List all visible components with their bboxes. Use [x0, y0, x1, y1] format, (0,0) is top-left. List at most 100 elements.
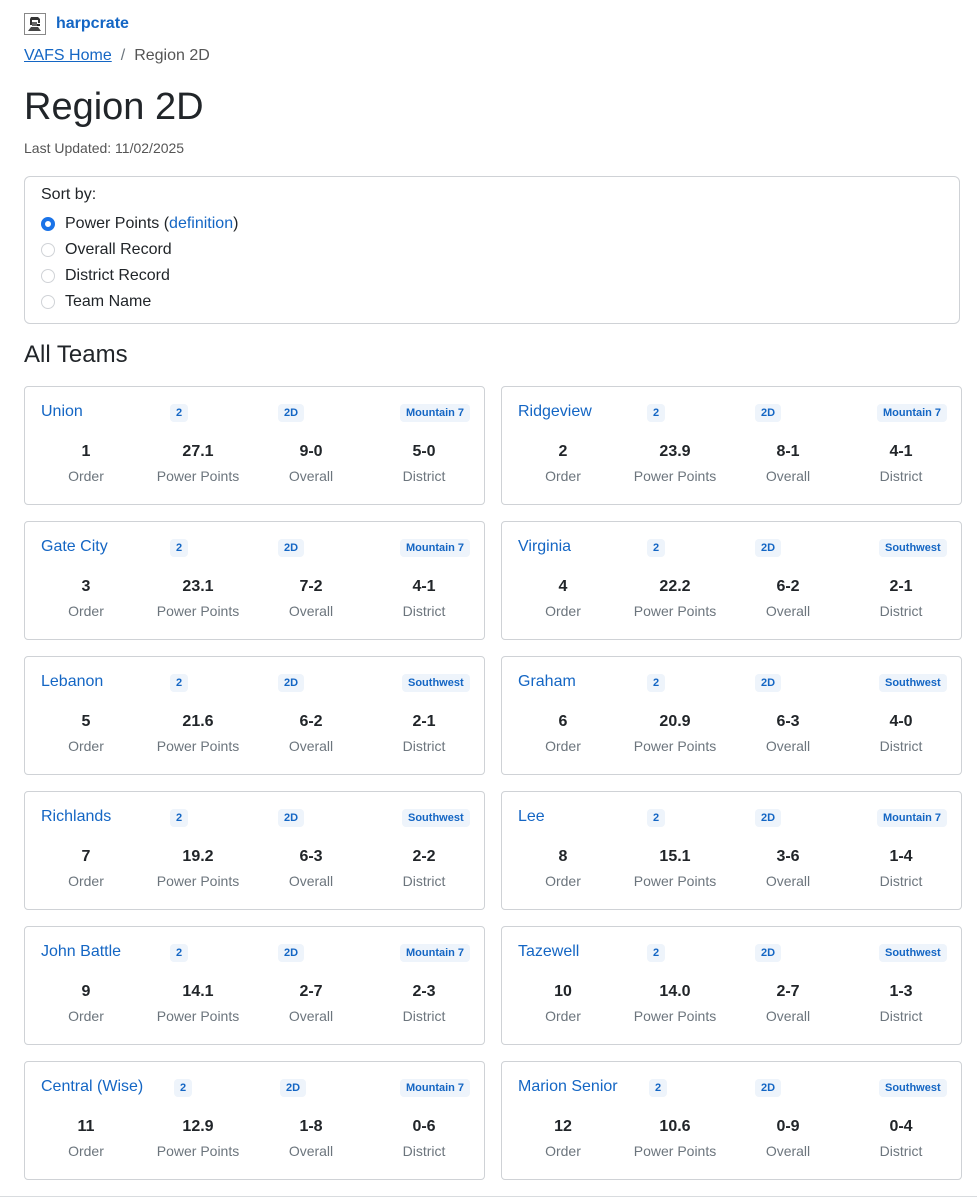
region-badge: 2D — [280, 1079, 307, 1097]
power-points-label: Power Points — [633, 873, 717, 889]
order-label: Order — [68, 738, 104, 754]
brand[interactable]: harpcrate — [24, 13, 129, 35]
order-value: 1 — [81, 443, 91, 460]
power-points-label: Power Points — [156, 468, 240, 484]
sort-panel: Sort by: Power Points (definition) Overa… — [24, 176, 960, 324]
district-badge: Mountain 7 — [400, 404, 471, 422]
team-name-link[interactable]: Tazewell — [518, 943, 579, 961]
sort-option-overall-record[interactable]: Overall Record — [41, 241, 172, 259]
brand-name[interactable]: harpcrate — [56, 15, 129, 33]
district-badge: Mountain 7 — [400, 944, 471, 962]
district-value: 0-6 — [412, 1118, 436, 1135]
class-badge: 2 — [647, 944, 666, 962]
team-name-link[interactable]: Gate City — [41, 538, 108, 556]
order-stat: 2 Order — [508, 443, 618, 484]
team-name-link[interactable]: Lee — [518, 808, 545, 826]
sort-option-label: Overall Record — [65, 241, 172, 258]
definition-link[interactable]: definition — [169, 215, 233, 233]
class-badge: 2 — [174, 1079, 193, 1097]
district-value: 0-4 — [889, 1118, 913, 1135]
order-label: Order — [545, 1008, 581, 1024]
class-badge: 2 — [647, 809, 666, 827]
district-stat: 4-0 District — [846, 713, 956, 754]
sort-option-label: Power Points ( — [65, 215, 170, 232]
team-name-link[interactable]: John Battle — [41, 943, 121, 961]
team-name-link[interactable]: Richlands — [41, 808, 111, 826]
team-name-link[interactable]: Virginia — [518, 538, 571, 556]
region-badge: 2D — [755, 539, 782, 557]
district-label: District — [879, 1143, 923, 1159]
class-badge: 2 — [649, 1079, 668, 1097]
team-name-link[interactable]: Marion Senior — [518, 1078, 618, 1096]
order-stat: 5 Order — [31, 713, 141, 754]
sort-option-district-record[interactable]: District Record — [41, 267, 170, 285]
class-badge: 2 — [647, 539, 666, 557]
overall-value: 6-3 — [776, 713, 800, 730]
overall-label: Overall — [765, 1143, 811, 1159]
sort-option-power-points[interactable]: Power Points (definition) — [41, 215, 238, 233]
district-stat: 0-6 District — [369, 1118, 479, 1159]
order-value: 9 — [81, 983, 91, 1000]
team-name-link[interactable]: Central (Wise) — [41, 1078, 143, 1096]
overall-label: Overall — [288, 1008, 334, 1024]
power-points-stat: 20.9 Power Points — [620, 713, 730, 754]
power-points-value: 15.1 — [659, 848, 691, 865]
team-card: Lee 2 2D Mountain 7 8 Order 15.1 Power P… — [501, 791, 962, 910]
sort-option-team-name[interactable]: Team Name — [41, 293, 151, 311]
breadcrumb-separator: / — [120, 47, 126, 64]
radio-selected-icon[interactable] — [41, 217, 55, 231]
team-name-link[interactable]: Graham — [518, 673, 576, 691]
overall-label: Overall — [765, 738, 811, 754]
overall-value: 1-8 — [299, 1118, 323, 1135]
order-label: Order — [545, 468, 581, 484]
order-value: 10 — [554, 983, 572, 1000]
district-value: 2-2 — [412, 848, 436, 865]
order-label: Order — [545, 603, 581, 619]
power-points-value: 14.0 — [659, 983, 691, 1000]
power-points-stat: 12.9 Power Points — [143, 1118, 253, 1159]
breadcrumb-home-link[interactable]: VAFS Home — [24, 47, 112, 64]
radio-icon[interactable] — [41, 295, 55, 309]
class-badge: 2 — [647, 404, 666, 422]
order-label: Order — [545, 873, 581, 889]
overall-stat: 1-8 Overall — [256, 1118, 366, 1159]
radio-icon[interactable] — [41, 243, 55, 257]
district-badge: Mountain 7 — [400, 1079, 471, 1097]
sort-option-suffix: ) — [233, 215, 239, 232]
overall-stat: 6-3 Overall — [733, 713, 843, 754]
district-value: 2-1 — [412, 713, 436, 730]
district-badge: Southwest — [879, 1079, 947, 1097]
order-stat: 11 Order — [31, 1118, 141, 1159]
power-points-value: 22.2 — [659, 578, 691, 595]
overall-label: Overall — [288, 738, 334, 754]
district-stat: 4-1 District — [369, 578, 479, 619]
district-label: District — [402, 873, 446, 889]
divider — [0, 1196, 977, 1197]
sort-label: Sort by: — [41, 186, 97, 203]
district-badge: Southwest — [402, 809, 470, 827]
district-value: 1-4 — [889, 848, 913, 865]
team-card: Graham 2 2D Southwest 6 Order 20.9 Power… — [501, 656, 962, 775]
overall-stat: 6-2 Overall — [256, 713, 366, 754]
radio-icon[interactable] — [41, 269, 55, 283]
order-value: 11 — [77, 1118, 95, 1135]
order-stat: 10 Order — [508, 983, 618, 1024]
order-value: 3 — [81, 578, 91, 595]
overall-value: 3-6 — [776, 848, 800, 865]
overall-stat: 2-7 Overall — [733, 983, 843, 1024]
order-value: 8 — [558, 848, 568, 865]
power-points-label: Power Points — [156, 738, 240, 754]
overall-label: Overall — [288, 603, 334, 619]
sort-option-label: District Record — [65, 267, 170, 284]
power-points-value: 19.2 — [182, 848, 214, 865]
class-badge: 2 — [170, 539, 189, 557]
team-name-link[interactable]: Ridgeview — [518, 403, 592, 421]
region-badge: 2D — [755, 404, 782, 422]
team-name-link[interactable]: Union — [41, 403, 83, 421]
district-badge: Mountain 7 — [400, 539, 471, 557]
district-value: 4-1 — [889, 443, 913, 460]
team-name-link[interactable]: Lebanon — [41, 673, 103, 691]
order-stat: 4 Order — [508, 578, 618, 619]
district-label: District — [879, 738, 923, 754]
overall-label: Overall — [765, 873, 811, 889]
